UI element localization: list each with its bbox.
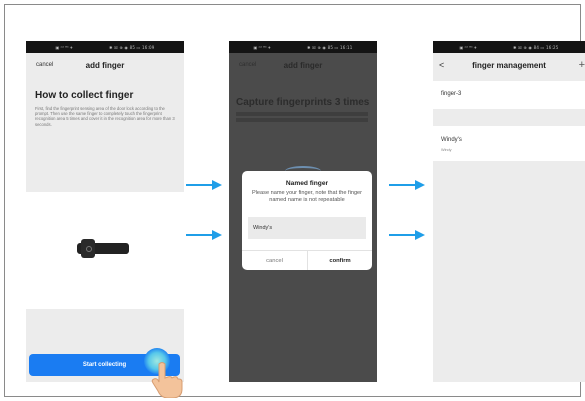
dialog-title: Named finger bbox=[285, 180, 329, 187]
right-arrow-icon bbox=[389, 180, 425, 190]
collect-heading: How to collect finger bbox=[35, 90, 134, 101]
nav-bar: cancel add finger bbox=[229, 53, 377, 77]
fingerprint-sensor bbox=[86, 246, 92, 252]
finger-owner: Windy bbox=[441, 148, 452, 152]
finger-name: Windy's bbox=[441, 137, 462, 143]
right-arrow-icon bbox=[186, 230, 222, 240]
status-bar: ▣ ᵃ⁴ ⁶ᴳ ✈ ✱ ☒ ⊕ ◉ 84 ▭ 16:25 bbox=[433, 41, 585, 53]
dialog-cancel-button[interactable]: cancel bbox=[242, 251, 307, 270]
status-left: ▣ ᵃ⁴ ⁶ᴳ ✈ bbox=[253, 44, 272, 50]
nav-bar: < finger management + bbox=[433, 53, 585, 77]
nav-bar: cancel add finger bbox=[26, 53, 184, 77]
capture-fingerprint-screen: ▣ ᵃ⁴ ⁶ᴳ ✈ ✱ ☒ ⊕ ◉ 85 ▭ 16:11 cancel add … bbox=[229, 41, 377, 382]
name-finger-dialog: Named finger Please name your finger, no… bbox=[242, 171, 372, 270]
status-right: ✱ ☒ ⊕ ◉ 84 ▭ 16:25 bbox=[513, 44, 559, 50]
status-bar: ▣ ᵃ⁴ ⁶ᴳ ✈ ✱ ☒ ⊕ ◉ 85 ▭ 16:09 bbox=[26, 41, 184, 53]
dialog-confirm-button[interactable]: confirm bbox=[308, 251, 372, 270]
lock-illustration bbox=[26, 192, 184, 309]
add-finger-screen: ▣ ᵃ⁴ ⁶ᴳ ✈ ✱ ☒ ⊕ ◉ 85 ▭ 16:09 cancel add … bbox=[26, 41, 184, 382]
finger-name: finger-3 bbox=[441, 91, 462, 97]
collect-instructions: First, find the fingerprint sensing area… bbox=[35, 106, 175, 127]
page-title: add finger bbox=[85, 60, 125, 70]
capture-heading: Capture fingerprints 3 times bbox=[236, 97, 370, 108]
right-arrow-icon bbox=[186, 180, 222, 190]
status-right: ✱ ☒ ⊕ ◉ 85 ▭ 16:09 bbox=[109, 44, 155, 50]
status-bar: ▣ ᵃ⁴ ⁶ᴳ ✈ ✱ ☒ ⊕ ◉ 85 ▭ 16:11 bbox=[229, 41, 377, 53]
right-arrow-icon bbox=[389, 230, 425, 240]
pointing-hand-icon bbox=[151, 362, 183, 398]
dialog-message: Please name your finger, note that the f… bbox=[251, 190, 363, 203]
list-item[interactable]: finger-3 bbox=[433, 81, 585, 109]
page-title: add finger bbox=[283, 60, 323, 70]
dimmed-instructions bbox=[236, 112, 368, 124]
status-left: ▣ ᵃ⁴ ⁶ᴳ ✈ bbox=[459, 44, 478, 50]
add-finger-icon[interactable]: + bbox=[579, 59, 585, 71]
status-right: ✱ ☒ ⊕ ◉ 85 ▭ 16:11 bbox=[307, 44, 353, 50]
page-title: finger management bbox=[472, 60, 546, 70]
list-item[interactable]: Windy's Windy bbox=[433, 126, 585, 161]
finger-name-input[interactable]: Windy's bbox=[248, 217, 366, 239]
finger-management-screen: ▣ ᵃ⁴ ⁶ᴳ ✈ ✱ ☒ ⊕ ◉ 84 ▭ 16:25 < finger ma… bbox=[433, 41, 585, 382]
status-left: ▣ ᵃ⁴ ⁶ᴳ ✈ bbox=[55, 44, 74, 50]
